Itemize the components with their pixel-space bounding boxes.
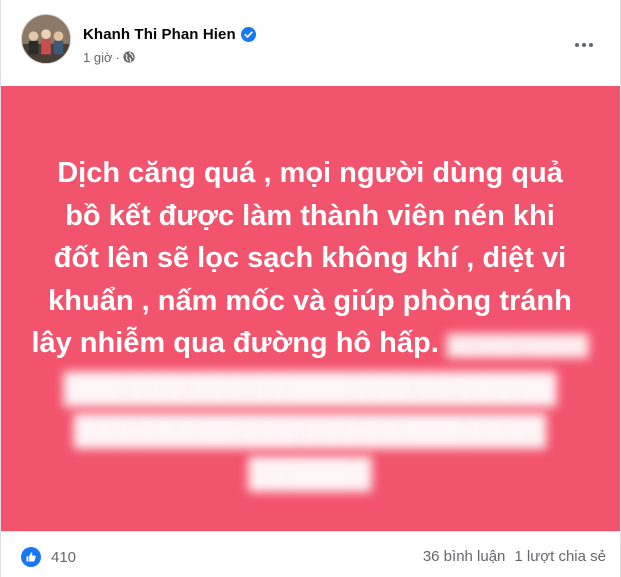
globe-icon[interactable] bbox=[123, 51, 135, 63]
more-options-icon bbox=[582, 43, 586, 47]
more-options-icon bbox=[589, 43, 593, 47]
blurred-text: ██████████ bbox=[446, 335, 589, 357]
verified-badge-icon bbox=[240, 26, 256, 42]
post-body-line: lây nhiễm qua đường hô hấp. bbox=[31, 327, 439, 359]
author-name[interactable]: Khanh Thi Phan Hien bbox=[83, 26, 236, 43]
post-card: Khanh Thi Phan Hien 1 giờ · Dịch căng qu… bbox=[0, 0, 621, 577]
post-colored-background: Dịch căng quá , mọi người dùng quả bồ kế… bbox=[1, 86, 620, 531]
reactions-summary[interactable]: 410 bbox=[21, 547, 76, 567]
meta-separator: · bbox=[115, 49, 120, 65]
more-options-icon bbox=[575, 43, 579, 47]
avatar-photo bbox=[22, 15, 70, 63]
author-row: Khanh Thi Phan Hien bbox=[83, 24, 256, 44]
shares-count-link[interactable]: 1 lượt chia sẻ bbox=[514, 548, 606, 565]
author-avatar[interactable] bbox=[21, 14, 71, 64]
post-body-line: bồ kết được làm thành viên nén khi bbox=[65, 199, 555, 232]
post-footer: 410 36 bình luận 1 lượt chia sẻ bbox=[1, 531, 620, 577]
post-body-line: Dịch căng quá , mọi người dùng quả bbox=[57, 157, 563, 189]
like-count: 410 bbox=[51, 548, 77, 566]
post-meta: 1 giờ · bbox=[83, 49, 135, 65]
engagement-stats: 36 bình luận 1 lượt chia sẻ bbox=[423, 548, 606, 565]
post-header: Khanh Thi Phan Hien 1 giờ · bbox=[1, 0, 620, 86]
blurred-text: ███████████████████████ bbox=[73, 415, 547, 447]
post-body: Dịch căng quá , mọi người dùng quả bồ kế… bbox=[23, 152, 597, 495]
post-body-line: đốt lên sẽ lọc sạch không khí , diệt vi bbox=[53, 242, 567, 274]
more-options-button[interactable] bbox=[566, 30, 602, 60]
post-body-line-last: lây nhiễm qua đường hô hấp. ██████████ bbox=[23, 322, 597, 368]
blurred-text: ████████████████████████ bbox=[63, 372, 557, 405]
comments-count-link[interactable]: 36 bình luận bbox=[423, 548, 506, 565]
blurred-text: ██████ bbox=[248, 457, 372, 490]
like-reaction-icon bbox=[21, 547, 41, 567]
post-body-line: khuẩn , nấm mốc và giúp phòng tránh bbox=[48, 284, 572, 317]
post-timestamp[interactable]: 1 giờ bbox=[83, 50, 113, 65]
